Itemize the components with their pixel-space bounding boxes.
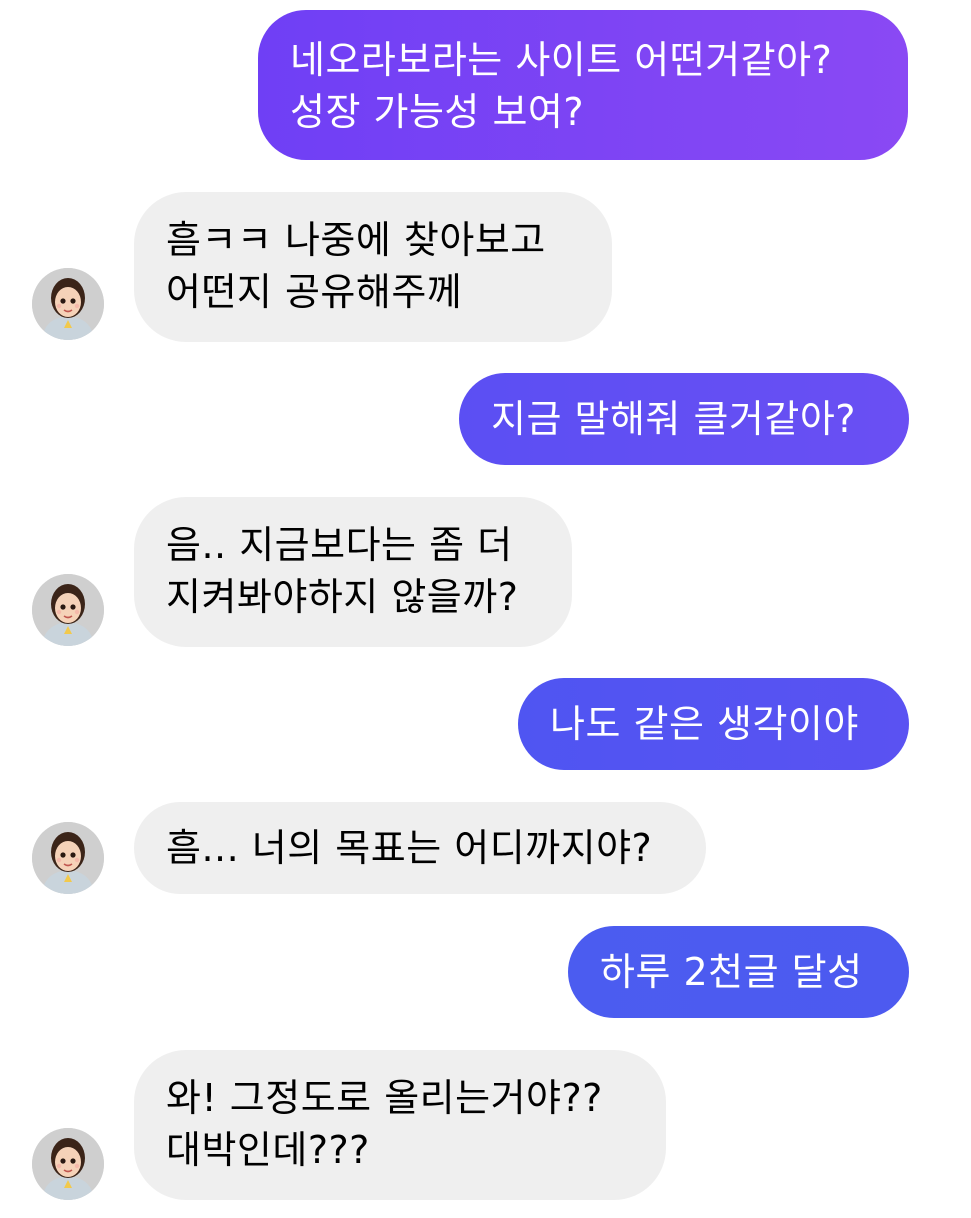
message-text: 흠ㅋㅋ 나중에 찾아보고 (166, 218, 546, 262)
message-text: 나도 같은 생각이야 (550, 702, 859, 746)
message-text: 흠... 너의 목표는 어디까지야? (166, 826, 653, 870)
message-text: 어떤지 공유해주께 (166, 270, 463, 314)
profile-avatar-icon (32, 268, 104, 340)
outgoing-message-bubble[interactable]: 하루 2천글 달성 (568, 926, 909, 1018)
profile-avatar-icon (32, 574, 104, 646)
avatar[interactable] (32, 574, 104, 646)
message-text: 지켜봐야하지 않을까? (166, 575, 519, 619)
incoming-message-bubble[interactable]: 흠ㅋㅋ 나중에 찾아보고 어떤지 공유해주께 (134, 192, 612, 342)
message-text: 대박인데??? (166, 1128, 370, 1172)
message-text: 성장 가능성 보여? (290, 90, 585, 134)
message-text: 하루 2천글 달성 (600, 950, 863, 994)
incoming-message-bubble[interactable]: 흠... 너의 목표는 어디까지야? (134, 802, 706, 894)
message-text: 음.. 지금보다는 좀 더 (166, 523, 513, 567)
message-text: 네오라보라는 사이트 어떤거같아? (290, 38, 833, 82)
message-text: 지금 말해줘 클거같아? (491, 397, 856, 441)
avatar[interactable] (32, 1128, 104, 1200)
incoming-message-bubble[interactable]: 와! 그정도로 올리는거야?? 대박인데??? (134, 1050, 666, 1200)
avatar[interactable] (32, 822, 104, 894)
outgoing-message-bubble[interactable]: 나도 같은 생각이야 (518, 678, 909, 770)
outgoing-message-bubble[interactable]: 네오라보라는 사이트 어떤거같아? 성장 가능성 보여? (258, 10, 908, 160)
profile-avatar-icon (32, 822, 104, 894)
outgoing-message-bubble[interactable]: 지금 말해줘 클거같아? (459, 373, 909, 465)
profile-avatar-icon (32, 1128, 104, 1200)
message-text: 와! 그정도로 올리는거야?? (166, 1076, 603, 1120)
avatar[interactable] (32, 268, 104, 340)
incoming-message-bubble[interactable]: 음.. 지금보다는 좀 더 지켜봐야하지 않을까? (134, 497, 572, 647)
